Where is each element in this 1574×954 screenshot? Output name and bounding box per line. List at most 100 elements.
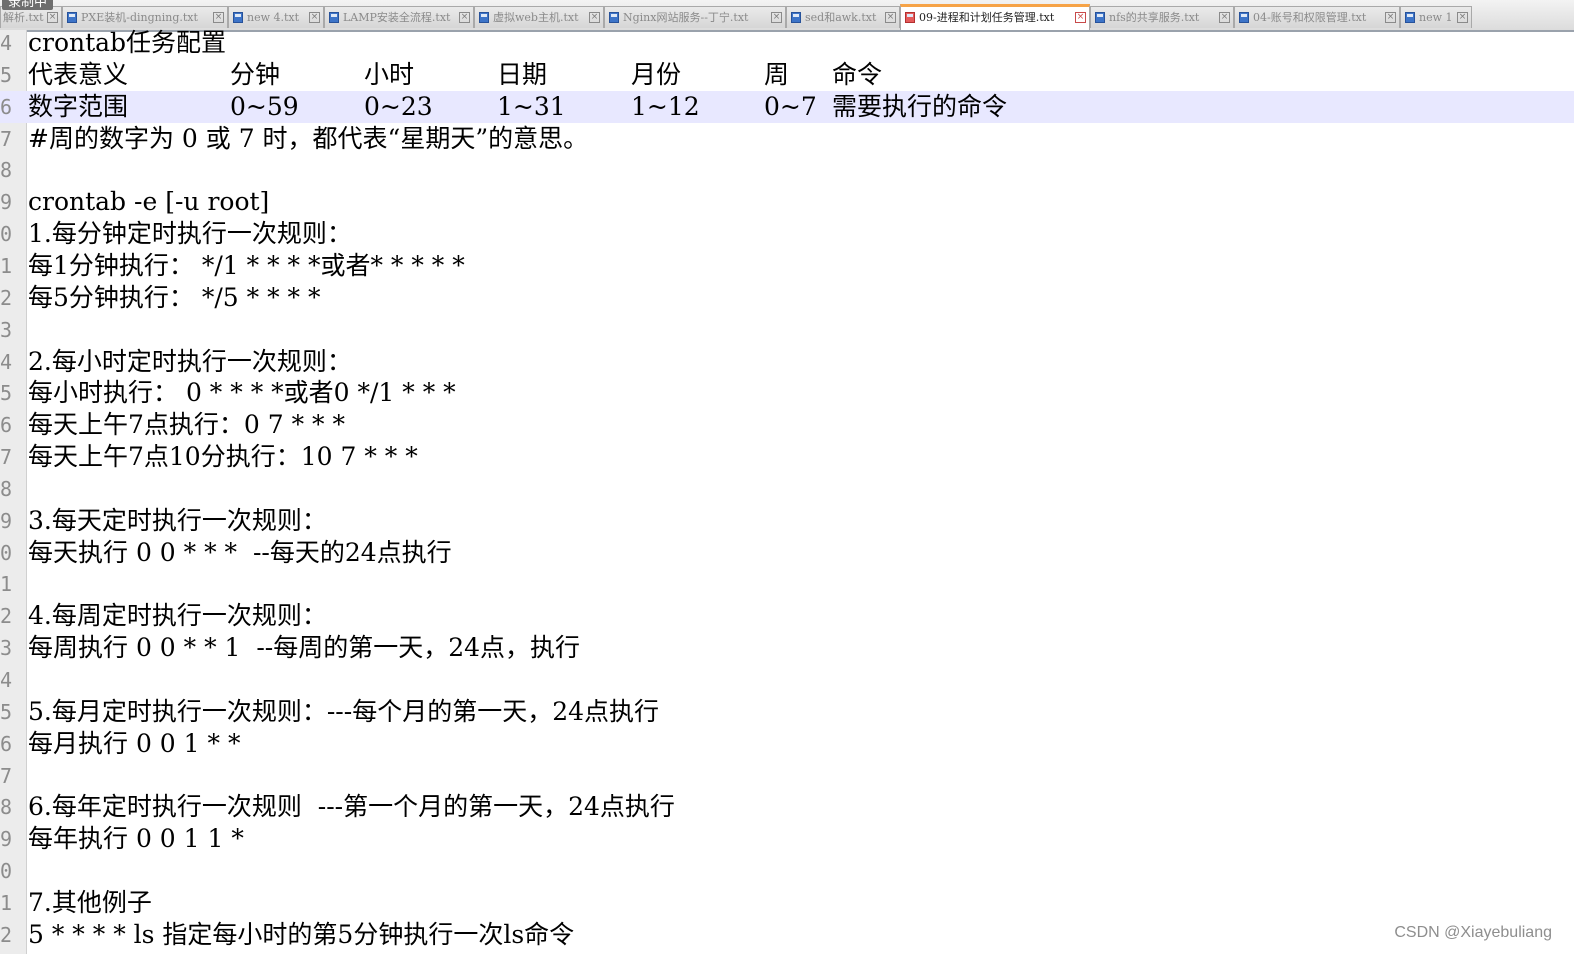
tab-label: nfs的共享服务.txt <box>1109 11 1200 24</box>
line-text: 每周执行 0 0 * * 1 --每周的第一天，24点，执行 <box>28 633 581 663</box>
tab-9[interactable]: 04-账号和权限管理.txt × <box>1234 6 1400 28</box>
editor-line[interactable]: 19 3.每天定时执行一次规则： <box>0 505 1574 537</box>
editor-line[interactable]: 6 数字范围 0~59 0~23 1~31 1~12 0~7 需要执行的命令 <box>0 90 1574 123</box>
tab-label: 虚拟web主机.txt <box>493 11 579 24</box>
editor-line[interactable]: 13 <box>0 314 1574 346</box>
close-icon[interactable]: × <box>1075 12 1086 23</box>
editor-line[interactable]: 5 代表意义 分钟 小时 日期 月份 周 命令 <box>0 59 1574 91</box>
editor-line[interactable]: 31 7.其他例子 <box>0 887 1574 919</box>
tab-4[interactable]: 虚拟web主机.txt × <box>474 6 604 28</box>
tab-label: LAMP安装全流程.txt <box>343 11 451 24</box>
table-cell: 月份 <box>631 59 682 89</box>
close-icon[interactable]: × <box>771 12 782 23</box>
line-text: 5.每月定时执行一次规则：---每个月的第一天，24点执行 <box>28 696 660 726</box>
table-cell: 0~23 <box>364 91 433 121</box>
editor-line[interactable]: 14 2.每小时定时执行一次规则： <box>0 346 1574 378</box>
editor-line[interactable]: 12 每5分钟执行： */5 * * * * <box>0 282 1574 314</box>
editor-line[interactable]: 28 6.每年定时执行一次规则 ---第一个月的第一天，24点执行 <box>0 791 1574 823</box>
close-icon[interactable]: × <box>885 12 896 23</box>
editor-line[interactable]: 24 <box>0 664 1574 696</box>
line-text: 每5分钟执行： */5 * * * * <box>28 282 321 312</box>
line-text: 每小时执行： 0 * * * *或者0 */1 * * * <box>28 378 456 408</box>
table-cell: 日期 <box>497 59 548 89</box>
close-icon[interactable]: × <box>1385 12 1396 23</box>
tab-3[interactable]: LAMP安装全流程.txt × <box>324 6 474 28</box>
table-cell: 0~7 <box>764 91 817 121</box>
line-number: 26 <box>0 731 12 756</box>
editor-line[interactable]: 20 每天执行 0 0 * * * --每天的24点执行 <box>0 537 1574 569</box>
tab-1[interactable]: PXE装机-dingning.txt × <box>62 6 228 28</box>
editor-line[interactable]: 29 每年执行 0 0 1 1 * <box>0 823 1574 855</box>
tab-label: PXE装机-dingning.txt <box>81 11 198 24</box>
editor-line[interactable]: 30 <box>0 855 1574 887</box>
close-icon[interactable]: × <box>1457 12 1468 23</box>
line-text: #周的数字为 0 或 7 时，都代表“星期天”的意思。 <box>28 123 589 153</box>
close-icon[interactable]: × <box>309 12 320 23</box>
line-text: 1.每分钟定时执行一次规则： <box>28 219 352 249</box>
tab-label: new 4.txt <box>247 11 300 24</box>
line-number: 24 <box>0 668 12 692</box>
editor-line[interactable]: 10 1.每分钟定时执行一次规则： <box>0 218 1574 250</box>
tab-8[interactable]: nfs的共享服务.txt × <box>1090 6 1234 28</box>
editor-line[interactable]: 32 5 * * * * ls 指定每小时的第5分钟执行一次ls命令 <box>0 919 1574 951</box>
recording-indicator: 录制中 <box>2 0 54 10</box>
close-icon[interactable]: × <box>459 12 470 23</box>
tab-6[interactable]: sed和awk.txt × <box>786 6 900 28</box>
file-saved-icon <box>1239 12 1249 23</box>
close-icon[interactable]: × <box>47 12 58 23</box>
tab-label: sed和awk.txt <box>805 11 877 24</box>
line-number: 17 <box>0 445 12 470</box>
line-number: 23 <box>0 636 12 661</box>
editor-line[interactable]: 7 #周的数字为 0 或 7 时，都代表“星期天”的意思。 <box>0 123 1574 155</box>
close-icon[interactable]: × <box>589 12 600 23</box>
line-number: 21 <box>0 572 12 597</box>
close-icon[interactable]: × <box>213 12 224 23</box>
line-text: 每天上午7点执行：0 7 * * * <box>28 410 346 440</box>
line-number: 13 <box>0 317 12 342</box>
editor-line[interactable]: 23 每周执行 0 0 * * 1 --每周的第一天，24点，执行 <box>0 632 1574 664</box>
editor-line[interactable]: 4 crontab任务配置 <box>0 27 1574 59</box>
editor-line[interactable]: 17 每天上午7点10分执行：10 7 * * * <box>0 441 1574 473</box>
tab-label: 04-账号和权限管理.txt <box>1253 11 1367 24</box>
line-number: 6 <box>0 94 12 119</box>
editor-area[interactable]: 4 crontab任务配置 5 代表意义 分钟 小时 日期 月份 周 命令 6 数字范围 0~59 0~2… <box>0 27 1574 954</box>
line-number: 5 <box>0 62 12 87</box>
line-number: 22 <box>0 604 12 629</box>
line-number: 14 <box>0 349 12 374</box>
editor-line[interactable]: 15 每小时执行： 0 * * * *或者0 */1 * * * <box>0 377 1574 409</box>
file-saved-icon <box>67 12 77 23</box>
editor-line[interactable]: 16 每天上午7点执行：0 7 * * * <box>0 409 1574 441</box>
tab-2[interactable]: new 4.txt × <box>228 6 324 28</box>
editor-line[interactable]: 27 <box>0 760 1574 792</box>
tab-5[interactable]: Nginx网站服务--丁宁.txt × <box>604 6 786 28</box>
close-icon[interactable]: × <box>1219 12 1230 23</box>
editor-line[interactable]: 22 4.每周定时执行一次规则： <box>0 600 1574 632</box>
file-saved-icon <box>609 12 619 23</box>
file-saved-icon <box>791 12 801 23</box>
table-cell: 周 <box>764 59 790 89</box>
editor-line[interactable]: 8 <box>0 154 1574 186</box>
tab-label: new 1 <box>1419 11 1453 24</box>
editor-line[interactable]: 9 crontab -e [-u root] <box>0 186 1574 218</box>
tab-label: 解析.txt <box>3 11 44 24</box>
line-number: 11 <box>0 253 12 278</box>
editor-line[interactable]: 11 每1分钟执行： */1 * * * *或者* * * * * <box>0 250 1574 282</box>
line-number: 7 <box>0 126 12 151</box>
line-text: 每天上午7点10分执行：10 7 * * * <box>28 442 418 472</box>
editor-line[interactable]: 25 5.每月定时执行一次规则：---每个月的第一天，24点执行 <box>0 696 1574 728</box>
line-number: 10 <box>0 222 12 247</box>
file-saved-icon <box>1095 12 1105 23</box>
line-text: 6.每年定时执行一次规则 ---第一个月的第一天，24点执行 <box>28 792 675 822</box>
editor-line[interactable]: 21 <box>0 568 1574 600</box>
tab-10[interactable]: new 1 × <box>1400 6 1472 28</box>
editor-line[interactable]: 26 每月执行 0 0 1 * * <box>0 728 1574 760</box>
line-number: 30 <box>0 859 12 884</box>
line-text: 2.每小时定时执行一次规则： <box>28 346 352 376</box>
table-cell: 1~31 <box>497 91 566 121</box>
line-number: 28 <box>0 795 12 820</box>
line-text: crontab -e [-u root] <box>28 187 270 217</box>
line-number: 9 <box>0 190 12 215</box>
tab-label: 09-进程和计划任务管理.txt <box>919 11 1055 24</box>
table-cell: 命令 <box>832 59 883 89</box>
editor-line[interactable]: 18 <box>0 473 1574 505</box>
